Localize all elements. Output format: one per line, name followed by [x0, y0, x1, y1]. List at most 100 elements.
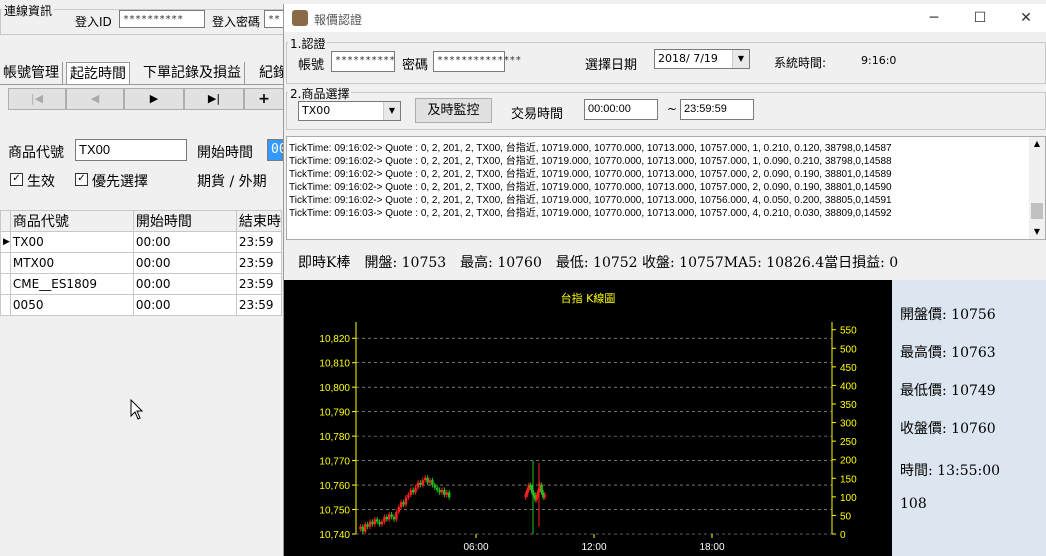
- right-tick-label: 400: [840, 381, 857, 392]
- table-row[interactable]: 0050 00:00 23:59: [0, 294, 282, 316]
- close-icon[interactable]: ✕: [1003, 4, 1046, 32]
- trade-time-to-input[interactable]: 23:59:59: [680, 99, 754, 120]
- password-label: 密碼: [402, 58, 429, 73]
- candle-body: [424, 477, 427, 481]
- date-value: 2018/ 7/19: [658, 52, 718, 65]
- password-input[interactable]: **************: [433, 51, 521, 72]
- row-indicator: [0, 273, 11, 295]
- candle-body: [443, 489, 446, 495]
- log-scrollbar[interactable]: ▲ ▼: [1029, 137, 1045, 239]
- right-tick-label: 300: [840, 419, 857, 430]
- right-tick-label: 100: [840, 493, 857, 504]
- grid-cell-end[interactable]: 23:59: [235, 273, 282, 295]
- x-tick-label: 18:00: [699, 542, 724, 553]
- scroll-thumb[interactable]: [1031, 203, 1043, 219]
- grid-cell-code[interactable]: MTX00: [9, 252, 134, 274]
- nav-prev-button[interactable]: ◀: [66, 88, 124, 110]
- open-price-text: 開盤價: 10756: [900, 307, 996, 323]
- date-picker[interactable]: 2018/ 7/19 ▼: [654, 49, 750, 69]
- candle-body: [409, 489, 412, 495]
- grid-cell-start[interactable]: 00:00: [132, 231, 237, 253]
- left-tick-label: 10,790: [319, 408, 350, 419]
- date-label: 選擇日期: [585, 58, 638, 73]
- candle-body: [438, 489, 441, 493]
- futures-label: 期貨 / 外期: [197, 174, 267, 190]
- tab-order-records[interactable]: 下單記錄及損益: [140, 62, 245, 84]
- candle-body: [414, 487, 417, 493]
- scroll-up-icon[interactable]: ▲: [1029, 137, 1045, 151]
- login-id-label: 登入ID: [75, 15, 112, 29]
- left-tick-label: 10,780: [319, 432, 350, 443]
- candle-body: [416, 482, 420, 488]
- grid-cell-end[interactable]: 23:59: [235, 252, 282, 274]
- system-time-value: 9:16:0: [861, 54, 897, 67]
- right-tick-label: 200: [840, 456, 857, 467]
- candle-body: [407, 494, 410, 498]
- grid-header-end[interactable]: 結束時: [235, 210, 282, 232]
- chevron-down-icon[interactable]: ▼: [732, 50, 749, 68]
- monitor-button[interactable]: 及時監控: [415, 98, 492, 123]
- candle-body: [448, 492, 451, 498]
- candle-body: [366, 524, 369, 527]
- candle-body: [371, 521, 374, 525]
- trade-time-label: 交易時間: [511, 107, 564, 122]
- row-indicator-icon: ▶: [0, 231, 11, 253]
- nav-first-button[interactable]: |◀: [8, 88, 66, 110]
- grid-cell-end[interactable]: 23:59: [235, 294, 282, 316]
- chevron-down-icon[interactable]: ▼: [383, 102, 400, 120]
- account-input[interactable]: **********: [331, 51, 395, 72]
- product-code-label: 商品代號: [8, 145, 64, 161]
- scroll-down-icon[interactable]: ▼: [1029, 225, 1045, 239]
- grid-cell-code[interactable]: CME__ES1809: [9, 273, 134, 295]
- grid-header-start[interactable]: 開始時間: [132, 210, 237, 232]
- grid-cell-start[interactable]: 00:00: [132, 294, 237, 316]
- trade-time-separator: ~: [667, 102, 678, 116]
- time-grid: 商品代號 開始時間 結束時 ▶ TX00 00:00 23:59 MTX00 0…: [0, 210, 282, 316]
- login-id-input[interactable]: **********: [119, 10, 205, 28]
- log-line: TickTime: 09:16:03-> Quote : 0, 2, 201, …: [289, 208, 892, 219]
- candle-body: [397, 507, 400, 512]
- nav-add-button[interactable]: +: [244, 88, 284, 110]
- minimize-icon[interactable]: ─: [911, 4, 957, 32]
- candle-body: [395, 511, 398, 520]
- window-title: 報價認證: [314, 13, 363, 27]
- product-code-input[interactable]: TX00: [75, 139, 187, 161]
- grid-cell-code[interactable]: 0050: [9, 294, 134, 316]
- kline-chart: 台指 K線圖 10,740 10,750 10,760 10,770 10,780 10,7…: [284, 280, 892, 556]
- connection-group-title: 連線資訊: [2, 2, 55, 19]
- quote-log-textbox[interactable]: TickTime: 09:16:02-> Quote : 0, 2, 201, …: [286, 136, 1046, 240]
- priority-checkbox[interactable]: ✓: [75, 173, 88, 186]
- login-password-input[interactable]: **: [264, 10, 284, 28]
- table-row[interactable]: MTX00 00:00 23:59: [0, 252, 282, 274]
- tab-start-end-time[interactable]: 起訖時間: [66, 62, 130, 85]
- candle-body: [445, 492, 448, 495]
- product-select[interactable]: TX00 ▼: [298, 101, 401, 121]
- candle-body: [526, 489, 529, 495]
- system-time-label: 系統時間:: [774, 56, 827, 70]
- table-row[interactable]: CME__ES1809 00:00 23:59: [0, 273, 282, 295]
- price-summary-panel: 開盤價: 10756 最高價: 10763 最低價: 10749 收盤價: 10…: [892, 280, 1046, 556]
- candle-body: [431, 480, 434, 486]
- candle-body: [540, 485, 543, 493]
- nav-last-button[interactable]: ▶|: [184, 88, 244, 110]
- grid-cell-start[interactable]: 00:00: [132, 252, 237, 274]
- start-time-input[interactable]: 00: [267, 139, 287, 161]
- grid-cell-end[interactable]: 23:59: [235, 231, 282, 253]
- right-tick-label: 450: [840, 363, 857, 374]
- tab-strip-border: [0, 84, 283, 85]
- nav-next-button[interactable]: ▶: [124, 88, 184, 110]
- right-tick-label: 500: [840, 344, 857, 355]
- candle-body: [421, 480, 424, 486]
- grid-cell-code[interactable]: TX00: [9, 231, 134, 253]
- effective-checkbox[interactable]: ✓: [10, 173, 23, 186]
- left-tick-label: 10,740: [319, 530, 350, 541]
- table-row[interactable]: ▶ TX00 00:00 23:59: [0, 231, 282, 253]
- trade-time-from-input[interactable]: 00:00:00: [584, 99, 658, 120]
- maximize-icon[interactable]: ☐: [957, 4, 1003, 32]
- tab-account-management[interactable]: 帳號管理: [0, 62, 63, 84]
- start-time-label: 開始時間: [197, 145, 253, 161]
- candle-body: [426, 477, 429, 483]
- grid-cell-start[interactable]: 00:00: [132, 273, 237, 295]
- left-tick-label: 10,810: [319, 359, 350, 370]
- grid-header-code[interactable]: 商品代號: [9, 210, 134, 232]
